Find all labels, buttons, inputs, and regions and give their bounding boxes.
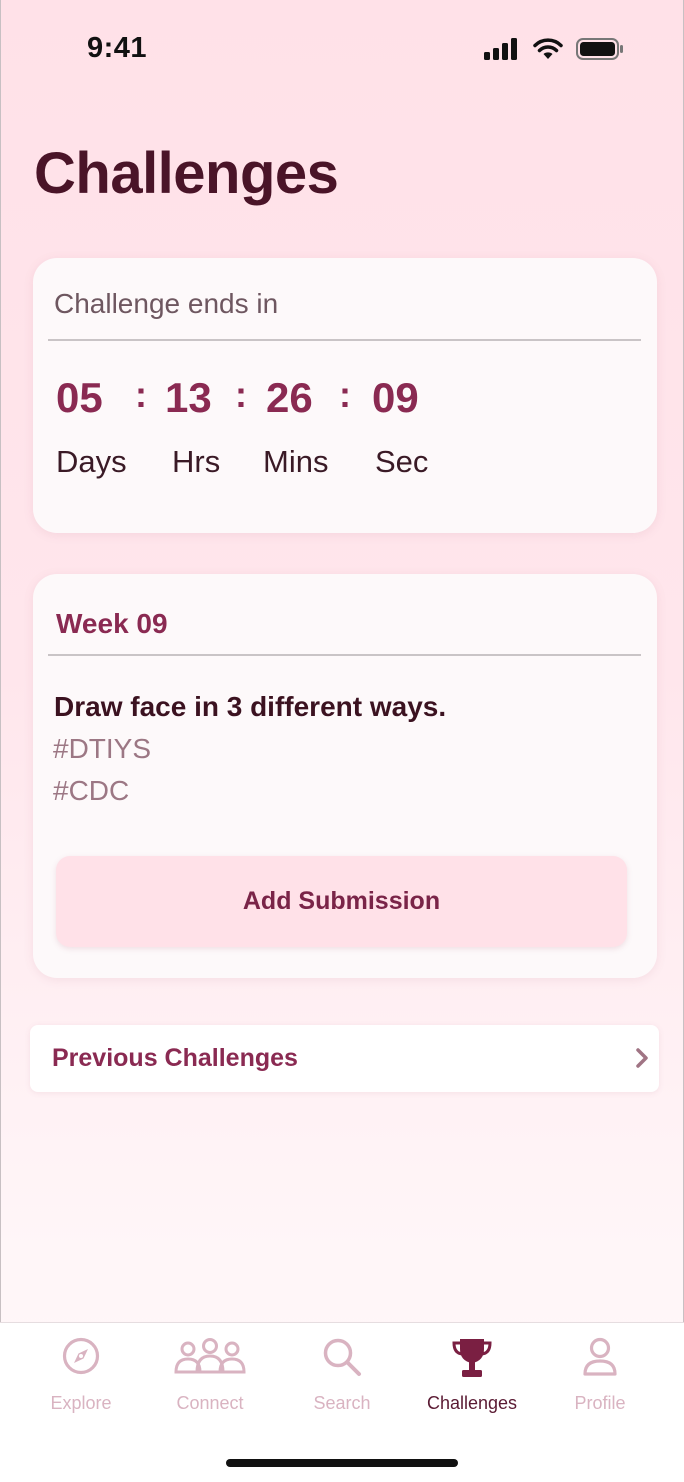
trophy-icon [452,1339,492,1377]
tab-label: Connect [176,1393,244,1413]
countdown-label: Challenge ends in [54,288,279,319]
tab-challenges[interactable]: Challenges [407,1323,537,1433]
wifi-icon [533,38,563,59]
countdown-separator: : [339,374,351,415]
unit-secs: Sec [375,444,429,479]
hashtag[interactable]: #CDC [53,775,129,807]
divider [48,339,641,341]
people-group-icon [174,1338,246,1374]
hashtag[interactable]: #DTIYS [53,733,151,765]
countdown-separator: : [235,374,247,415]
status-icons [484,38,624,60]
status-time: 9:41 [87,32,148,64]
unit-days: Days [56,444,127,479]
countdown-hours: 13 [165,374,212,421]
tab-label: Search [313,1393,371,1413]
divider [48,654,641,656]
person-icon [583,1337,617,1376]
challenge-prompt: Draw face in 3 different ways. [54,691,447,722]
previous-challenges-label: Previous Challenges [52,1044,298,1072]
countdown-separator: : [135,374,147,415]
unit-hours: Hrs [172,444,221,479]
home-indicator [226,1459,458,1467]
tab-bar: Explore Connect Search Challenges Profil… [0,1322,684,1482]
countdown-days: 05 [56,374,103,421]
battery-icon [576,38,623,60]
chevron-right-icon [636,1048,648,1068]
tab-connect[interactable]: Connect [145,1323,275,1433]
compass-icon [62,1337,100,1375]
weekly-challenge-card: Week 09 Draw face in 3 different ways. #… [33,574,657,978]
tab-profile[interactable]: Profile [535,1323,665,1433]
add-submission-button[interactable]: Add Submission [56,856,627,947]
cellular-signal-icon [484,38,517,60]
page-title: Challenges [34,141,339,206]
search-icon [323,1338,361,1376]
tab-search[interactable]: Search [277,1323,407,1433]
countdown-secs: 09 [372,374,419,421]
tab-label: Profile [574,1393,626,1413]
tab-label: Explore [50,1393,112,1413]
week-title: Week 09 [56,608,168,639]
tab-label: Challenges [426,1393,518,1413]
countdown-card: Challenge ends in 05 : 13 : 26 : 09 Days… [33,258,657,533]
previous-challenges-row[interactable]: Previous Challenges [30,1025,659,1092]
tab-explore[interactable]: Explore [16,1323,146,1433]
unit-mins: Mins [263,444,329,479]
countdown-mins: 26 [266,374,313,421]
